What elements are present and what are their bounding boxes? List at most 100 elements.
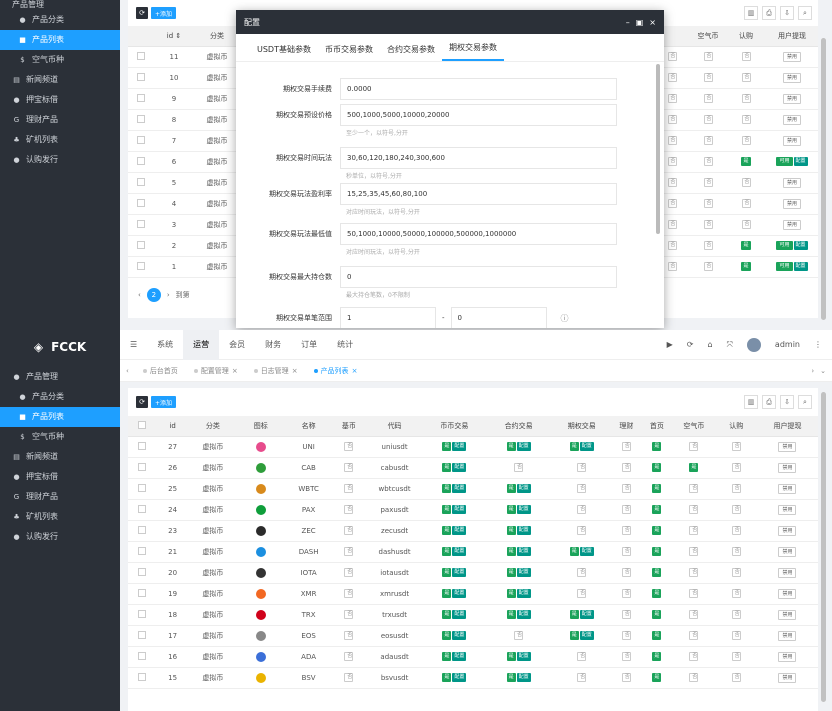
sidebar-item-1[interactable]: ● 产品分类 — [0, 387, 120, 407]
row-checkbox[interactable] — [128, 646, 157, 668]
cell-finance[interactable]: 否 — [611, 604, 642, 626]
row-checkbox[interactable] — [128, 88, 154, 110]
cell-contract[interactable]: 是配置 — [484, 667, 553, 689]
cell-withdraw[interactable]: 可用 配置 — [766, 235, 818, 257]
cell-withdraw[interactable]: 禁用 — [756, 541, 818, 563]
cell-sub[interactable]: 否 — [715, 541, 757, 563]
cell-sub[interactable]: 是 — [726, 256, 766, 278]
cell-home[interactable]: 是 — [641, 604, 673, 626]
modal-scrollbar[interactable] — [656, 64, 660, 234]
row-checkbox[interactable] — [128, 520, 157, 542]
field-input[interactable]: 30,60,120,180,240,300,600 — [340, 147, 617, 169]
cell-home[interactable]: 是 — [641, 478, 673, 500]
search-icon[interactable]: ⌕ — [798, 395, 812, 409]
row-checkbox[interactable] — [128, 625, 157, 647]
field-input[interactable]: 15,25,35,45,60,80,100 — [340, 183, 617, 205]
cell-contract[interactable]: 是配置 — [484, 646, 553, 668]
sidebar-item-3[interactable]: $ 空气币种 — [0, 427, 120, 447]
cell-withdraw[interactable]: 禁用 — [766, 88, 818, 110]
export-icon[interactable]: ⇩ — [780, 395, 794, 409]
cell-sub[interactable]: 否 — [726, 67, 766, 89]
cell-air[interactable]: 否 — [672, 520, 716, 542]
search-icon[interactable]: ⌕ — [798, 6, 812, 20]
cell-base[interactable]: 否 — [332, 625, 366, 647]
upper-scrollbar[interactable] — [821, 38, 826, 320]
cell-air[interactable]: 否 — [672, 604, 716, 626]
cell-option[interactable]: 否 — [552, 499, 612, 521]
cell-coin-trade[interactable]: 是配置 — [423, 436, 485, 458]
cell-sub[interactable]: 否 — [726, 214, 766, 236]
cell-home[interactable]: 是 — [641, 520, 673, 542]
cell-air[interactable]: 否 — [690, 193, 726, 215]
cell-withdraw[interactable]: 禁用 — [756, 478, 818, 500]
sidebar-top-item-0[interactable]: ● 产品分类 — [0, 10, 120, 30]
cell-sub[interactable]: 否 — [715, 499, 757, 521]
cell-contract[interactable]: 是配置 — [484, 499, 553, 521]
cell-contract[interactable]: 是配置 — [484, 520, 553, 542]
cell-coin-trade[interactable]: 是配置 — [423, 667, 485, 689]
cell-sub[interactable]: 否 — [726, 109, 766, 131]
row-checkbox[interactable] — [128, 256, 154, 278]
page-tab-1[interactable]: 配置管理 × — [186, 366, 246, 376]
sidebar-top-item-5[interactable]: G 理财产品 — [0, 110, 120, 130]
topnav-item-5[interactable]: 统计 — [327, 330, 363, 360]
lock-icon[interactable]: ⌂ — [707, 340, 712, 349]
tab-contract[interactable]: 合约交易参数 — [380, 44, 442, 61]
cell-coin-trade[interactable]: 是配置 — [423, 562, 485, 584]
cell-option[interactable]: 否 — [552, 457, 612, 479]
menu-toggle-icon[interactable]: ☰ — [120, 330, 147, 360]
cell-option[interactable]: 是配置 — [552, 604, 612, 626]
cell-withdraw[interactable]: 禁用 — [766, 193, 818, 215]
cell-home[interactable]: 是 — [641, 499, 673, 521]
add-button[interactable]: +添加 — [151, 396, 177, 408]
cell-finance[interactable]: 否 — [611, 667, 642, 689]
cell-base[interactable]: 否 — [332, 436, 366, 458]
field-input[interactable]: 0 — [340, 266, 617, 288]
cell-withdraw[interactable]: 禁用 — [756, 499, 818, 521]
cell-finance[interactable]: 否 — [611, 541, 642, 563]
cell-air[interactable]: 否 — [690, 46, 726, 68]
sidebar-top-item-7[interactable]: ● 认购发行 — [0, 150, 120, 170]
cell-contract[interactable]: 是配置 — [484, 604, 553, 626]
sidebar-header-product[interactable]: 产品管理 — [0, 0, 120, 10]
row-checkbox[interactable] — [128, 583, 157, 605]
cell-withdraw[interactable]: 禁用 — [766, 67, 818, 89]
field-input[interactable]: 50,1000,10000,50000,100000,500000,100000… — [340, 223, 617, 245]
topnav-item-3[interactable]: 财务 — [255, 330, 291, 360]
cell-sub[interactable]: 否 — [715, 583, 757, 605]
cell-withdraw[interactable]: 禁用 — [756, 562, 818, 584]
sidebar-top-item-3[interactable]: ▤ 新闻频道 — [0, 70, 120, 90]
row-checkbox[interactable] — [128, 235, 154, 257]
cell-withdraw[interactable]: 可用 配置 — [766, 151, 818, 173]
topnav-item-2[interactable]: 会员 — [219, 330, 255, 360]
row-checkbox[interactable] — [128, 172, 154, 194]
cell-withdraw[interactable]: 禁用 — [766, 46, 818, 68]
cell-option[interactable]: 否 — [552, 562, 612, 584]
sidebar-top-item-1[interactable]: ■ 产品列表 — [0, 30, 120, 50]
sidebar-item-0[interactable]: ● 产品管理 — [0, 367, 120, 387]
cell-base[interactable]: 否 — [332, 478, 366, 500]
cell-withdraw[interactable]: 禁用 — [756, 646, 818, 668]
sidebar-item-7[interactable]: ♣ 矿机列表 — [0, 507, 120, 527]
cell-finance[interactable]: 否 — [611, 499, 642, 521]
cell-base[interactable]: 否 — [332, 667, 366, 689]
cell-coin-trade[interactable]: 是配置 — [423, 499, 485, 521]
cell-sub[interactable]: 否 — [715, 604, 757, 626]
cell-home[interactable]: 是 — [641, 436, 673, 458]
row-checkbox[interactable] — [128, 499, 157, 521]
cell-option[interactable]: 是配置 — [552, 541, 612, 563]
tabs-next-icon[interactable]: › — [805, 367, 820, 375]
cell-air[interactable]: 否 — [672, 499, 716, 521]
col-header-0[interactable]: id — [156, 416, 189, 437]
cell-base[interactable]: 否 — [332, 646, 366, 668]
close-icon[interactable]: × — [649, 18, 656, 27]
cell-sub[interactable]: 否 — [715, 667, 757, 689]
cell-air[interactable]: 否 — [672, 436, 716, 458]
range-min-input[interactable]: 1 — [340, 307, 436, 328]
cell-air[interactable]: 否 — [672, 583, 716, 605]
cell-air[interactable]: 否 — [672, 646, 716, 668]
sidebar-item-6[interactable]: G 理财产品 — [0, 487, 120, 507]
cell-air[interactable]: 否 — [690, 151, 726, 173]
cell-sub[interactable]: 是 — [726, 151, 766, 173]
cell-air[interactable]: 否 — [690, 214, 726, 236]
